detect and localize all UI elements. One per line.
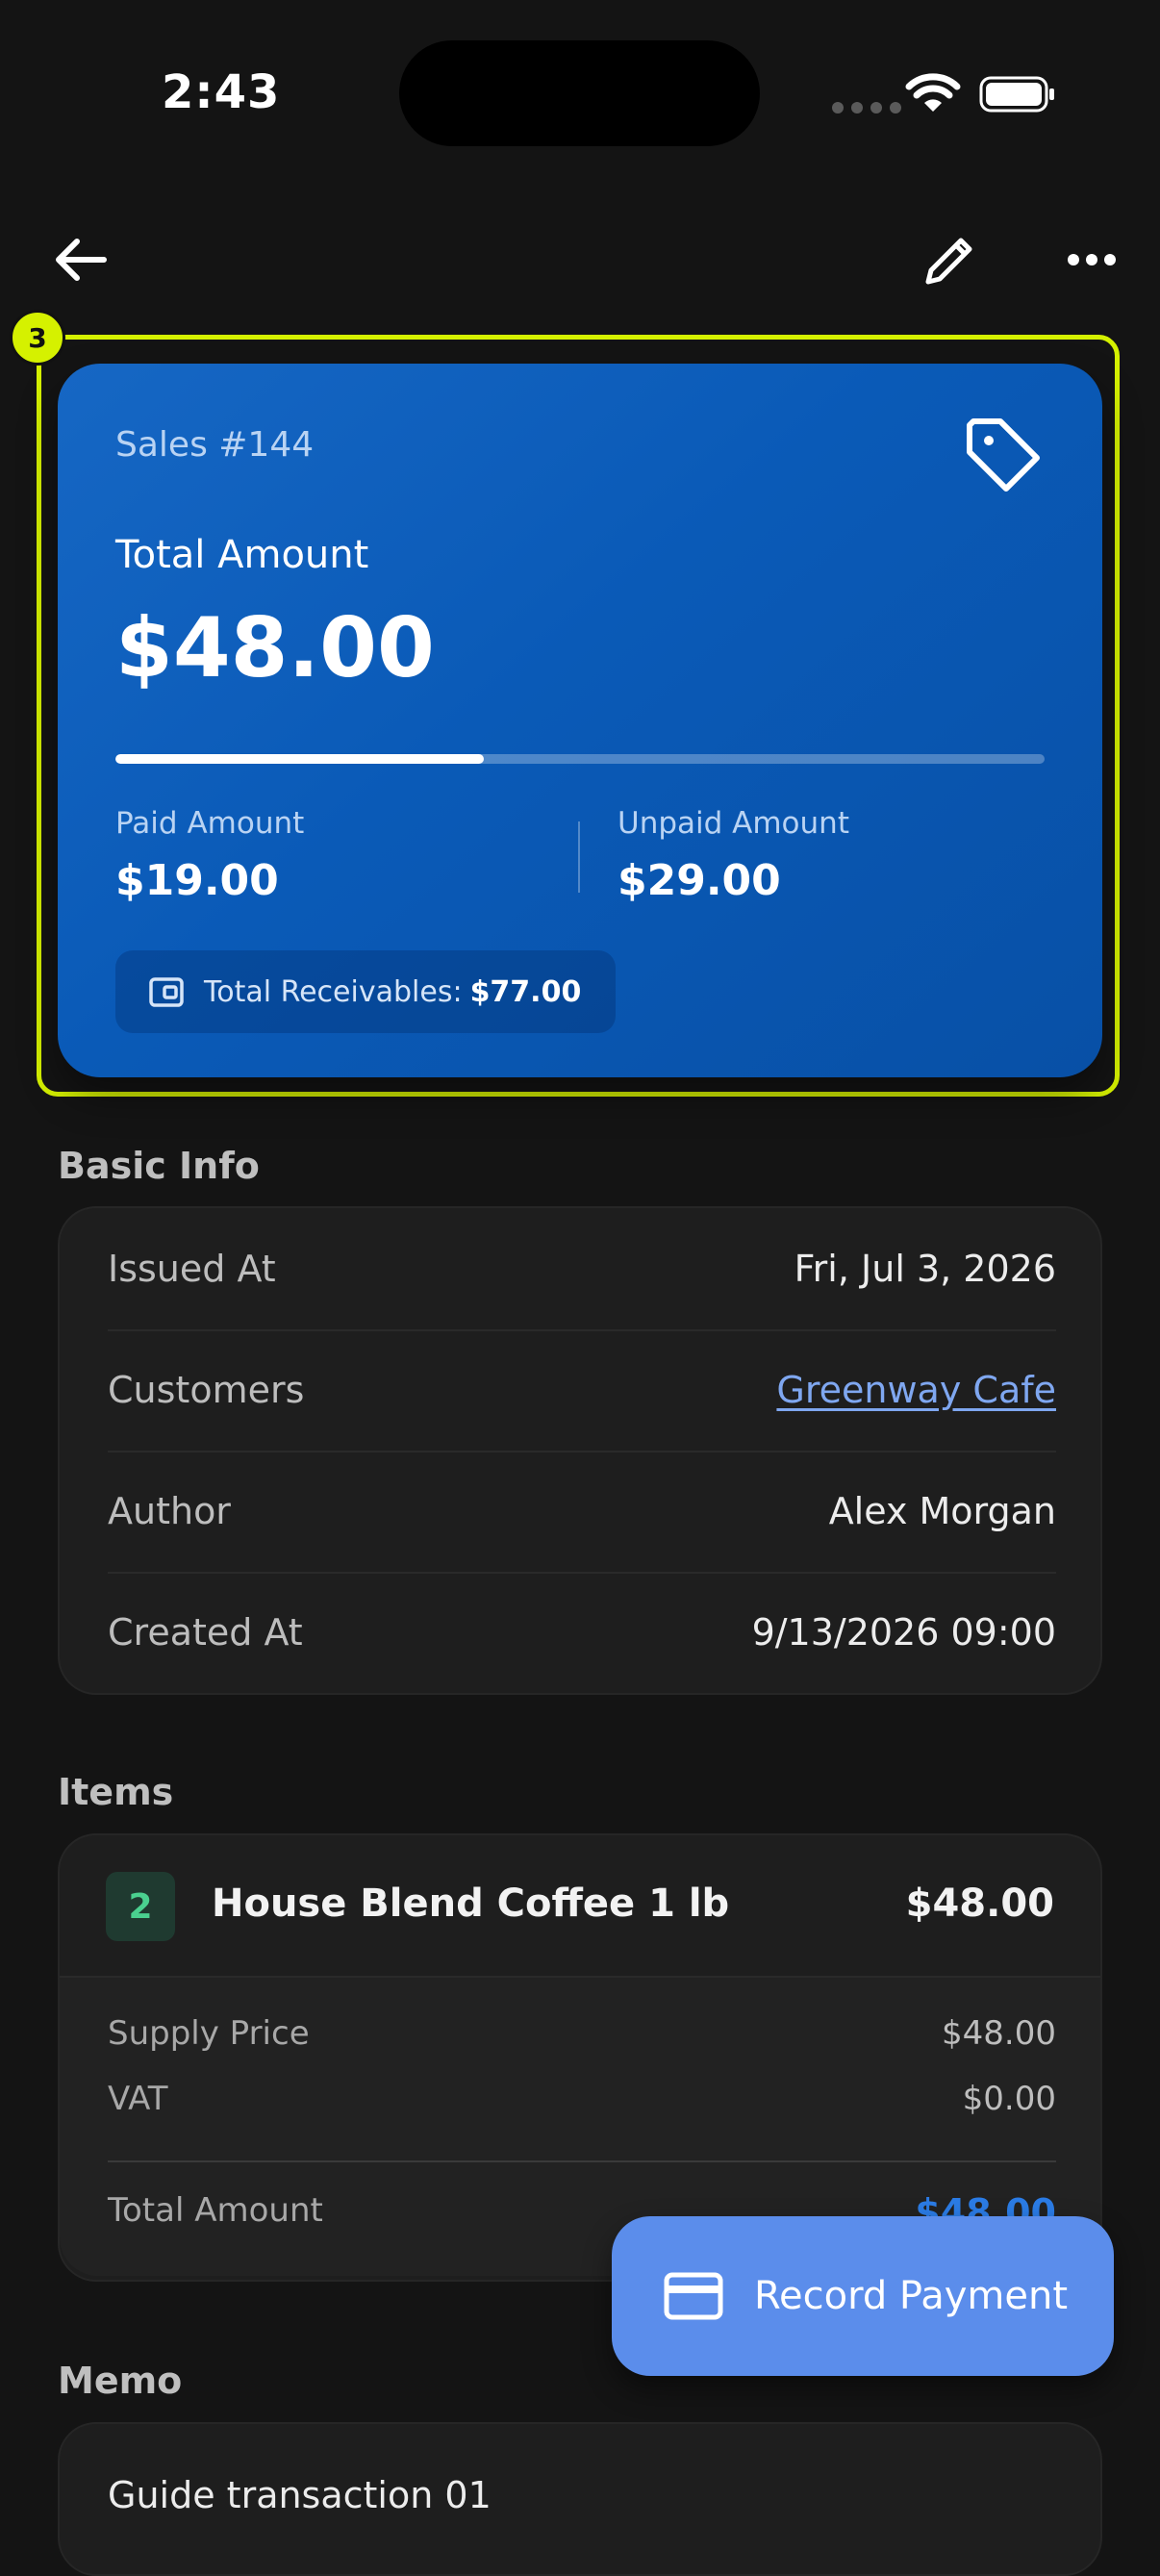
info-label: Issued At [108, 1248, 276, 1290]
info-row-customers: Customers Greenway Cafe [108, 1329, 1056, 1451]
info-row-author: Author Alex Morgan [108, 1451, 1056, 1572]
paid-amount-value: $19.00 [115, 856, 279, 905]
annotation-badge: 3 [10, 310, 65, 366]
vat-value: $0.00 [962, 2080, 1056, 2118]
total-amount-value: $48.00 [115, 600, 435, 696]
paid-amount-label: Paid Amount [115, 806, 305, 841]
memo-panel: Guide transaction 01 [58, 2422, 1102, 2576]
info-row-issued-at: Issued At Fri, Jul 3, 2026 [108, 1208, 1056, 1329]
payment-progress-bar [115, 754, 1045, 764]
supply-price-row: Supply Price $48.00 [108, 2014, 1056, 2053]
pencil-icon [925, 238, 972, 285]
status-time: 2:43 [162, 65, 281, 119]
memo-title: Memo [58, 2360, 183, 2402]
basic-info-panel: Issued At Fri, Jul 3, 2026 Customers Gre… [58, 1206, 1102, 1695]
items-title: Items [58, 1771, 174, 1813]
status-bar: 2:43 [0, 0, 1160, 183]
memo-text: Guide transaction 01 [108, 2474, 492, 2516]
info-label: Author [108, 1490, 231, 1532]
wifi-icon [905, 73, 961, 112]
item-price: $48.00 [905, 1881, 1054, 1926]
info-label: Customers [108, 1369, 305, 1411]
vat-row: VAT $0.00 [108, 2080, 1056, 2118]
supply-price-value: $48.00 [942, 2014, 1056, 2053]
tag-icon [967, 418, 1040, 492]
vat-label: VAT [108, 2080, 168, 2118]
supply-price-label: Supply Price [108, 2014, 310, 2053]
info-value: Alex Morgan [828, 1490, 1056, 1532]
back-button[interactable] [50, 229, 112, 290]
amount-divider [578, 821, 580, 893]
customer-link[interactable]: Greenway Cafe [776, 1369, 1056, 1411]
unpaid-amount-value: $29.00 [618, 856, 781, 905]
battery-icon [979, 76, 1054, 113]
info-value: Fri, Jul 3, 2026 [794, 1248, 1056, 1290]
quantity-badge: 2 [106, 1872, 175, 1941]
total-receivables-chip: Total Receivables: $77.00 [115, 950, 616, 1033]
edit-button[interactable] [920, 229, 981, 290]
basic-info-title: Basic Info [58, 1145, 260, 1187]
items-panel: 2 House Blend Coffee 1 lb $48.00 Supply … [58, 1833, 1102, 2282]
total-amount-label: Total Amount [115, 533, 369, 577]
list-item[interactable]: 2 House Blend Coffee 1 lb $48.00 [60, 1835, 1100, 1976]
payment-progress-fill [115, 754, 484, 764]
item-total-label: Total Amount [108, 2191, 323, 2230]
info-row-created-at: Created At 9/13/2026 09:00 [108, 1572, 1056, 1693]
cellular-signal-icon [832, 102, 901, 114]
credit-card-icon [664, 2272, 723, 2320]
more-horizontal-icon [1068, 254, 1116, 265]
total-receivables-value: $77.00 [469, 974, 582, 1009]
dynamic-island [399, 40, 760, 146]
info-value: 9/13/2026 09:00 [751, 1611, 1056, 1654]
unpaid-amount-label: Unpaid Amount [618, 806, 849, 841]
sales-summary-card: Sales #144 Total Amount $48.00 Paid Amou… [58, 364, 1102, 1077]
sales-number: Sales #144 [115, 425, 315, 465]
info-label: Created At [108, 1611, 303, 1654]
more-button[interactable] [1058, 229, 1125, 290]
total-receivables-label: Total Receivables: [204, 974, 463, 1009]
wallet-icon [149, 977, 184, 1007]
breakdown-divider [108, 2160, 1056, 2162]
item-name: House Blend Coffee 1 lb [212, 1881, 730, 1926]
arrow-left-icon [56, 239, 107, 281]
record-payment-label: Record Payment [754, 2274, 1069, 2318]
record-payment-button[interactable]: Record Payment [612, 2216, 1114, 2376]
